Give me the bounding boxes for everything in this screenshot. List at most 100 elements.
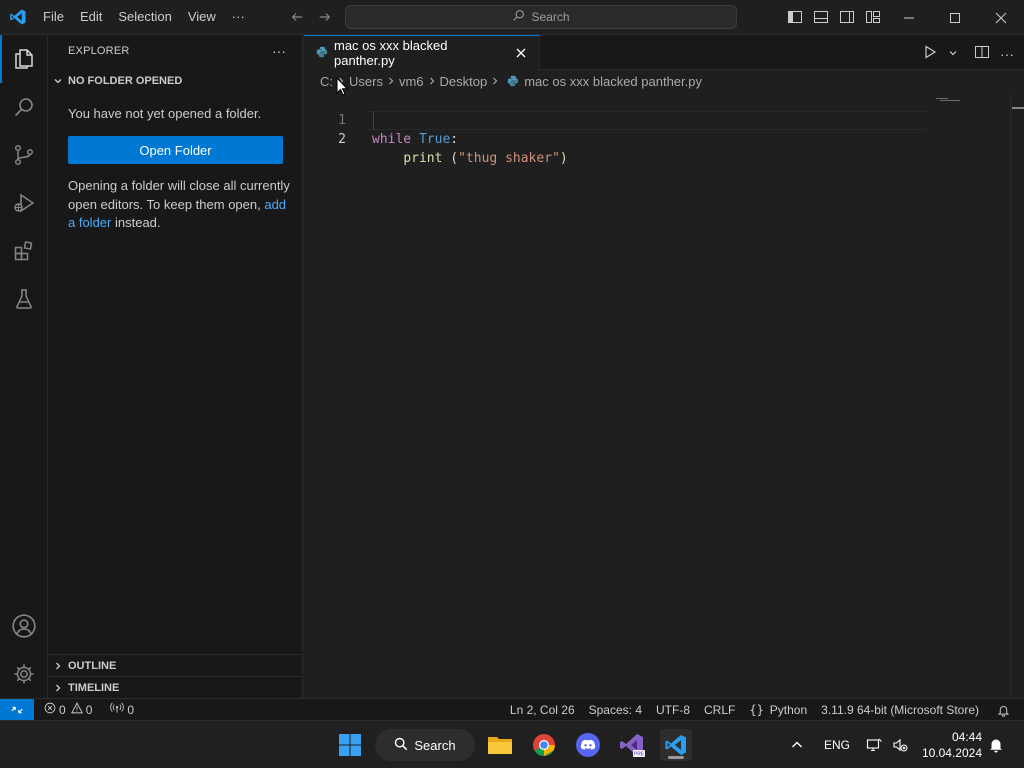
explorer-sidebar: EXPLORER ··· NO FOLDER OPENED You have n… (48, 35, 303, 698)
sidebar-title: EXPLORER (68, 45, 130, 57)
no-folder-section-header[interactable]: NO FOLDER OPENED (48, 70, 303, 92)
accounts-icon[interactable] (0, 602, 48, 650)
command-center-label: Search (531, 10, 570, 24)
hint-suffix: instead. (111, 215, 161, 230)
file-explorer-icon[interactable] (484, 729, 516, 761)
search-view-icon[interactable] (0, 83, 48, 131)
problems-status[interactable]: 0 0 (38, 699, 98, 721)
input-language[interactable]: ENG (824, 721, 850, 768)
eol-status[interactable]: CRLF (698, 699, 743, 721)
indentation-status[interactable]: Spaces: 4 (583, 699, 650, 721)
taskbar-clock[interactable]: 04:44 10.04.2024 (922, 729, 982, 761)
breadcrumb-vm6[interactable]: vm6 (399, 74, 424, 89)
title-bar: File Edit Selection View ··· Search (0, 0, 1024, 35)
ports-status[interactable]: 0 (104, 699, 140, 721)
editor-tab[interactable]: mac os xxx blacked panther.py (304, 35, 540, 70)
notifications-bell-icon[interactable] (991, 699, 1024, 721)
breadcrumb-file[interactable]: mac os xxx blacked panther.py (524, 74, 702, 89)
editor-tab-bar: mac os xxx blacked panther.py ··· (304, 35, 1024, 70)
close-window-icon[interactable] (978, 0, 1024, 35)
ports-count: 0 (127, 702, 135, 717)
run-dropdown-chevron-icon[interactable] (948, 46, 958, 61)
breadcrumb-desktop[interactable]: Desktop (440, 74, 488, 89)
search-icon (394, 737, 408, 754)
manage-gear-icon[interactable] (0, 650, 48, 698)
keyword-token: while (372, 132, 412, 147)
toggle-secondary-sidebar-icon[interactable] (838, 8, 856, 26)
language-mode[interactable]: {} Python (743, 699, 815, 721)
hint-text: Opening a folder will close all currentl… (68, 178, 290, 212)
code-line: 1 while True: (304, 92, 924, 147)
menu-edit[interactable]: Edit (72, 6, 110, 28)
minimize-icon[interactable] (886, 0, 932, 35)
vscode-taskbar-icon[interactable] (660, 729, 692, 761)
cursor-scroll-marker (1012, 107, 1024, 109)
sidebar-more-actions-icon[interactable]: ··· (272, 43, 286, 59)
chrome-icon[interactable] (528, 729, 560, 761)
search-icon (512, 9, 525, 25)
go-back-icon[interactable] (288, 8, 306, 26)
chevron-right-icon (48, 661, 68, 671)
remote-indicator-icon[interactable] (0, 698, 34, 721)
indent-token (372, 151, 403, 166)
maximize-icon[interactable] (932, 0, 978, 35)
function-token: print (403, 151, 443, 166)
open-folder-hint: Opening a folder will close all currentl… (68, 177, 290, 233)
menu-file[interactable]: File (35, 6, 72, 28)
close-tab-icon[interactable] (513, 45, 529, 61)
encoding-status[interactable]: UTF-8 (650, 699, 698, 721)
taskbar-search-button[interactable]: Search (375, 729, 475, 761)
split-editor-icon[interactable] (974, 44, 990, 63)
outline-section-header[interactable]: OUTLINE (48, 655, 303, 677)
warning-count: 0 (85, 702, 93, 717)
go-forward-icon[interactable] (316, 8, 334, 26)
customize-layout-icon[interactable] (864, 8, 882, 26)
svg-text:PRE: PRE (634, 752, 645, 758)
chevron-right-icon (490, 76, 500, 86)
toggle-primary-sidebar-icon[interactable] (786, 8, 804, 26)
menu-view[interactable]: View (180, 6, 224, 28)
python-interpreter[interactable]: 3.11.9 64-bit (Microsoft Store) (815, 699, 991, 721)
breadcrumb: C: Users vm6 Desktop mac os xxx blacked … (304, 70, 1024, 92)
active-app-indicator (668, 756, 684, 759)
run-and-debug-icon[interactable] (0, 179, 48, 227)
paren-open-token: ( (442, 151, 459, 166)
minimap[interactable] (934, 92, 1012, 102)
testing-icon[interactable] (0, 275, 48, 323)
windows-start-icon[interactable] (334, 729, 366, 761)
editor-more-actions-icon[interactable]: ··· (1000, 46, 1014, 62)
extensions-icon[interactable] (0, 227, 48, 275)
chevron-right-icon (386, 76, 396, 86)
show-hidden-icons-chevron-icon[interactable] (790, 721, 804, 768)
menu-more[interactable]: ··· (224, 6, 253, 28)
breadcrumb-drive[interactable]: C: (320, 74, 333, 89)
constant-token: True (418, 132, 451, 147)
notification-bell-icon[interactable] (988, 721, 1004, 768)
volume-muted-icon[interactable] (892, 721, 908, 768)
vscode-logo-icon (0, 0, 35, 35)
timeline-section-header[interactable]: TIMELINE (48, 677, 303, 699)
toggle-panel-icon[interactable] (812, 8, 830, 26)
outline-label: OUTLINE (68, 660, 117, 672)
breadcrumb-users[interactable]: Users (349, 74, 383, 89)
editor-scrollbar[interactable] (1010, 92, 1024, 698)
tab-label: mac os xxx blacked panther.py (334, 38, 448, 68)
taskbar-search-label: Search (414, 737, 456, 753)
open-folder-button[interactable]: Open Folder (68, 136, 283, 164)
network-icon[interactable] (866, 721, 882, 768)
mouse-pointer-icon (336, 76, 349, 99)
menu-selection[interactable]: Selection (110, 6, 179, 28)
run-python-file-icon[interactable] (922, 44, 938, 63)
python-file-icon (316, 46, 328, 61)
command-center-search[interactable]: Search (345, 5, 737, 29)
code-editor[interactable]: 1 while True: 2 print ("thug shaker") (304, 92, 1024, 698)
broadcast-icon (110, 702, 125, 717)
discord-icon[interactable] (572, 729, 604, 761)
explorer-icon[interactable] (0, 35, 48, 83)
cursor-position[interactable]: Ln 2, Col 26 (504, 699, 583, 721)
paren-close-token: ) (559, 151, 568, 166)
chevron-right-icon (427, 76, 437, 86)
source-control-icon[interactable] (0, 131, 48, 179)
windows-taskbar: Search PRE ENG 04:44 10.04.2024 (0, 720, 1024, 768)
visual-studio-preview-icon[interactable]: PRE (616, 729, 648, 761)
